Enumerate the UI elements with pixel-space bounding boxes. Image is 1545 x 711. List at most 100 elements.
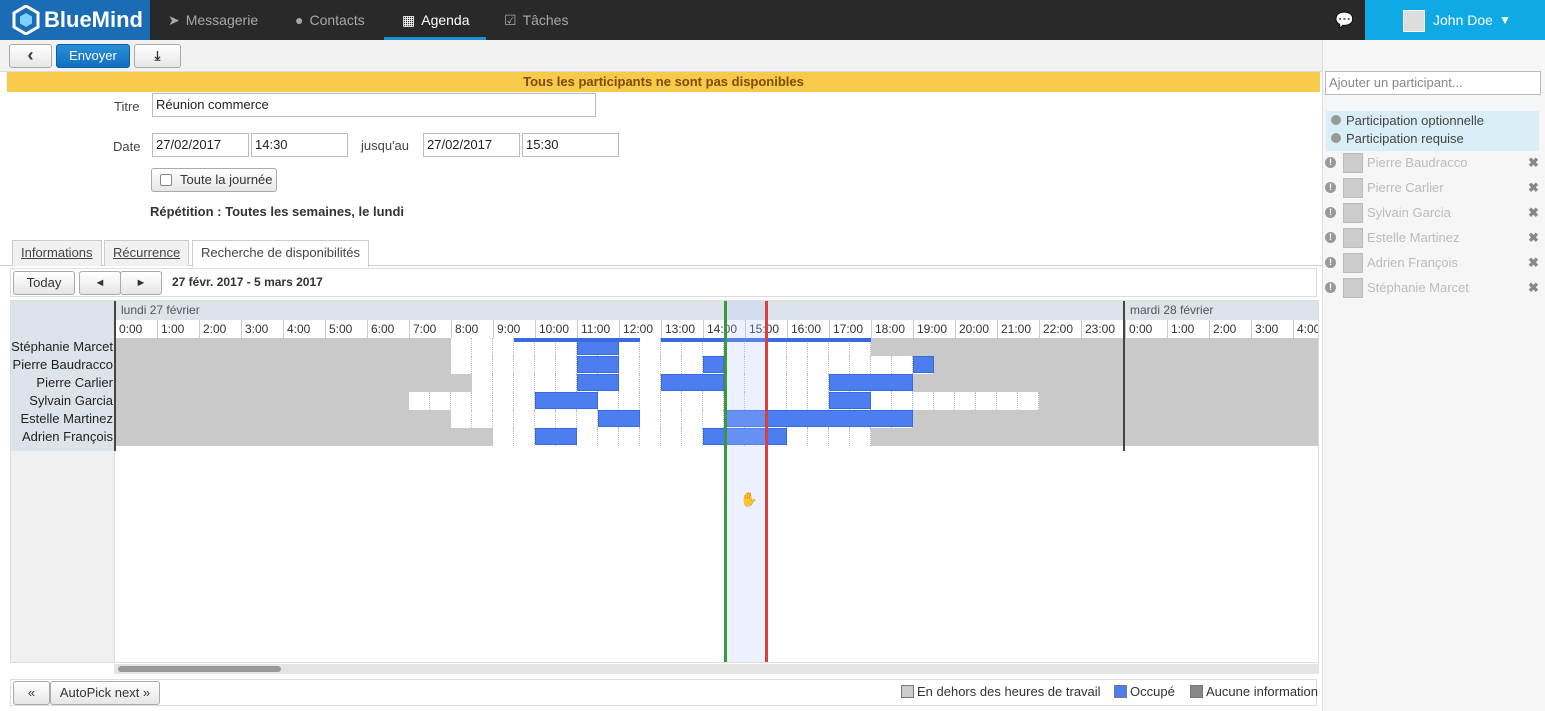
back-button[interactable]: ‹ xyxy=(9,44,52,68)
add-participant-input[interactable]: Ajouter un participant... xyxy=(1325,71,1541,95)
working-slot xyxy=(472,374,493,392)
working-slot xyxy=(976,392,997,410)
send-button[interactable]: Envoyer xyxy=(56,44,130,68)
info-icon[interactable]: ! xyxy=(1325,257,1336,268)
app-name: BlueMind xyxy=(44,7,143,32)
hour-label: 1:00 xyxy=(1167,320,1209,338)
participant-name: Stéphanie Marcet xyxy=(1367,280,1469,295)
working-slot xyxy=(871,392,892,410)
info-icon[interactable]: ! xyxy=(1325,182,1336,193)
hour-label: 3:00 xyxy=(1251,320,1293,338)
info-icon[interactable]: ! xyxy=(1325,282,1336,293)
legend-busy-label: Occupé xyxy=(1130,684,1175,699)
working-slot xyxy=(787,428,808,446)
task-icon: ☑ xyxy=(504,12,517,28)
next-button[interactable]: ► xyxy=(120,271,162,295)
working-slot xyxy=(493,410,514,428)
drag-hand-icon: ✋ xyxy=(740,491,758,507)
remove-icon[interactable]: ✖ xyxy=(1528,227,1539,249)
horizontal-scrollbar[interactable] xyxy=(114,664,1319,674)
hour-label: 3:00 xyxy=(241,320,283,338)
participant-item[interactable]: ! Pierre Baudracco ✖ xyxy=(1325,152,1540,174)
info-icon[interactable]: ! xyxy=(1325,157,1336,168)
working-slot xyxy=(640,392,661,410)
working-slot xyxy=(493,428,514,446)
working-slot xyxy=(493,374,514,392)
participant-item[interactable]: ! Adrien François ✖ xyxy=(1325,252,1540,274)
end-date-input[interactable]: 27/02/2017 xyxy=(423,133,520,157)
info-icon[interactable]: ! xyxy=(1325,232,1336,243)
participant-row-name: Stéphanie Marcet xyxy=(11,339,113,354)
selected-slot[interactable] xyxy=(724,301,768,662)
working-slot xyxy=(535,410,556,428)
busy-slot xyxy=(577,374,619,391)
working-slot xyxy=(640,338,661,356)
prev-button[interactable]: ◄ xyxy=(79,271,121,295)
remove-icon[interactable]: ✖ xyxy=(1528,177,1539,199)
day1-separator xyxy=(114,301,116,451)
scrollbar-thumb[interactable] xyxy=(118,666,281,672)
remove-icon[interactable]: ✖ xyxy=(1528,252,1539,274)
participant-item[interactable]: ! Stéphanie Marcet ✖ xyxy=(1325,277,1540,299)
required-icon xyxy=(1331,133,1341,143)
chat-icon[interactable]: 💬 xyxy=(1335,11,1354,29)
end-time-input[interactable]: 15:30 xyxy=(522,133,619,157)
title-input[interactable]: Réunion commerce xyxy=(152,93,596,117)
legend-busy: Occupé xyxy=(1114,684,1175,699)
allday-label: Toute la journée xyxy=(180,172,273,187)
working-slot xyxy=(829,428,850,446)
swatch-busy xyxy=(1114,685,1127,698)
hour-label: 0:00 xyxy=(1125,320,1167,338)
hour-label: 4:00 xyxy=(1293,320,1318,338)
top-bar: BlueMind ➤ Messagerie ● Contacts ▦ Agenda ☑… xyxy=(0,0,1545,40)
remove-icon[interactable]: ✖ xyxy=(1528,152,1539,174)
nav-messagerie[interactable]: ➤ Messagerie xyxy=(168,0,258,40)
day1-label: lundi 27 février xyxy=(121,303,200,317)
remove-icon[interactable]: ✖ xyxy=(1528,277,1539,299)
hour-label: 22:00 xyxy=(1039,320,1081,338)
start-time-input[interactable]: 14:30 xyxy=(251,133,348,157)
hour-label: 8:00 xyxy=(451,320,493,338)
working-slot xyxy=(514,392,535,410)
info-icon[interactable]: ! xyxy=(1325,207,1336,218)
availability-grid[interactable]: lundi 27 février mardi 28 février 0:00 1:… xyxy=(10,300,1319,663)
hour-label: 23:00 xyxy=(1081,320,1123,338)
participant-name: Pierre Carlier xyxy=(1367,180,1444,195)
allday-toggle[interactable]: Toute la journée xyxy=(151,168,277,192)
busy-slot xyxy=(598,410,640,427)
tab-informations[interactable]: Informations xyxy=(12,240,102,266)
working-slot xyxy=(892,356,913,374)
working-slot xyxy=(619,374,640,392)
checkbox[interactable] xyxy=(160,174,172,186)
nav-contacts[interactable]: ● Contacts xyxy=(295,0,365,40)
toolbar: ‹ Envoyer ⤓ xyxy=(0,40,1322,72)
download-button[interactable]: ⤓ xyxy=(134,44,181,68)
autopick-next-button[interactable]: AutoPick next » xyxy=(50,681,160,705)
working-slot xyxy=(535,356,556,374)
today-button[interactable]: Today xyxy=(13,271,75,295)
title-label: Titre xyxy=(114,99,140,114)
participant-item[interactable]: ! Sylvain Garcia ✖ xyxy=(1325,202,1540,224)
working-slot xyxy=(808,428,829,446)
avatar xyxy=(1343,178,1363,198)
remove-icon[interactable]: ✖ xyxy=(1528,202,1539,224)
tab-recurrence[interactable]: Récurrence xyxy=(104,240,190,266)
participant-item[interactable]: ! Estelle Martinez ✖ xyxy=(1325,227,1540,249)
nav-taches[interactable]: ☑ Tâches xyxy=(504,0,568,40)
tab-availability[interactable]: Recherche de disponibilités xyxy=(192,240,369,267)
busy-summary-bar xyxy=(514,338,640,342)
working-slot xyxy=(766,392,787,410)
nav-agenda[interactable]: ▦ Agenda xyxy=(384,0,486,40)
working-slot xyxy=(766,356,787,374)
hour-label: 9:00 xyxy=(493,320,535,338)
start-date-input[interactable]: 27/02/2017 xyxy=(152,133,249,157)
autopick-prev-button[interactable]: « xyxy=(13,681,50,705)
working-slot xyxy=(661,392,682,410)
participant-item[interactable]: ! Pierre Carlier ✖ xyxy=(1325,177,1540,199)
participant-row-name: Pierre Baudracco xyxy=(12,357,113,372)
user-menu[interactable]: John Doe ▼ xyxy=(1365,0,1545,40)
working-slot xyxy=(472,356,493,374)
working-slot xyxy=(619,428,640,446)
app-logo[interactable]: BlueMind xyxy=(0,0,150,40)
hour-label: 16:00 xyxy=(787,320,829,338)
